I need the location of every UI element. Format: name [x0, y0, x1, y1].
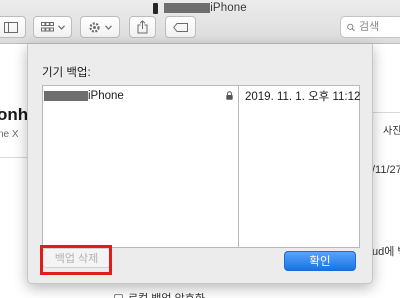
checkbox-box[interactable] — [114, 293, 123, 298]
delete-backup-button[interactable]: 백업 삭제 — [42, 248, 111, 268]
backups-sheet: 기기 백업: iPhone 2019. 11. 1. 오후 11:12 백업 삭… — [27, 44, 373, 284]
backup-name-cell: iPhone — [43, 88, 238, 104]
backup-row[interactable]: iPhone 2019. 11. 1. 오후 11:12 — [43, 88, 361, 104]
encrypt-backup-checkbox[interactable]: 로컬 백업 암호화 — [114, 290, 205, 298]
divider — [372, 112, 400, 113]
sheet-title: 기기 백업: — [42, 67, 91, 79]
window-title-text: iPhone — [210, 2, 247, 14]
grid-view-icon — [40, 21, 54, 31]
sidebar-icon — [4, 21, 18, 33]
window-title: iPhone — [0, 1, 400, 15]
divider — [0, 157, 28, 158]
search-icon — [347, 23, 355, 31]
tag-button[interactable] — [165, 16, 196, 38]
sidebar-toggle-button[interactable] — [0, 16, 26, 38]
share-button[interactable] — [129, 16, 156, 38]
backup-name: iPhone — [88, 90, 124, 102]
lock-icon — [226, 91, 233, 100]
background-icloud-text: ud에 백 — [372, 246, 400, 258]
background-backup-date: /11/27 — [372, 164, 400, 176]
column-divider — [238, 86, 239, 247]
redacted-name — [44, 91, 88, 101]
action-menu-button[interactable] — [80, 16, 120, 38]
search-field[interactable] — [340, 16, 400, 38]
iphone-icon — [153, 2, 159, 14]
toolbar: iPhone — [0, 0, 400, 44]
background-device-model: ne X — [0, 129, 19, 140]
encrypt-backup-label: 로컬 백업 암호화 — [128, 290, 205, 298]
redacted-name — [164, 3, 211, 13]
chevron-down-icon — [57, 24, 65, 30]
tab-photos[interactable]: 사진 — [383, 122, 400, 137]
share-icon — [137, 20, 148, 34]
view-options-button[interactable] — [33, 16, 72, 38]
gear-icon — [89, 21, 100, 33]
backup-date: 2019. 11. 1. 오후 11:12 — [245, 91, 361, 103]
tag-icon — [172, 22, 188, 32]
confirm-button[interactable]: 확인 — [284, 251, 356, 271]
search-input[interactable] — [359, 21, 400, 33]
background-device-panel: onhe ne X — [0, 45, 38, 298]
chevron-down-icon — [105, 24, 112, 30]
backup-list: iPhone 2019. 11. 1. 오후 11:12 — [42, 85, 360, 248]
